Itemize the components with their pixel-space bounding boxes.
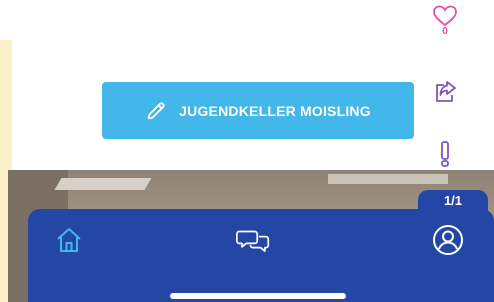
nav-profile-button[interactable] bbox=[431, 223, 465, 257]
share-button[interactable] bbox=[433, 80, 459, 104]
home-indicator[interactable] bbox=[170, 293, 346, 299]
like-count: 0 bbox=[442, 26, 448, 37]
like-button[interactable]: 0 bbox=[432, 4, 458, 37]
home-icon bbox=[57, 228, 81, 252]
chat-icon bbox=[236, 230, 270, 252]
nav-chat-button[interactable] bbox=[236, 223, 270, 257]
nav-home-button[interactable] bbox=[52, 223, 86, 257]
photo-ceiling-light bbox=[54, 178, 152, 190]
share-icon bbox=[436, 81, 456, 102]
location-tag-button[interactable]: JUGENDKELLER MOISLING bbox=[102, 82, 414, 139]
heart-icon bbox=[433, 5, 457, 27]
bottom-navigation-bar bbox=[28, 209, 494, 302]
header-text-fragment: ait bbox=[40, 0, 52, 3]
report-button[interactable] bbox=[438, 140, 452, 168]
pencil-icon bbox=[147, 101, 165, 119]
exclamation-icon bbox=[441, 141, 449, 167]
profile-icon bbox=[433, 225, 463, 255]
photo-ceiling-beam bbox=[328, 174, 448, 184]
location-tag-label: JUGENDKELLER MOISLING bbox=[179, 102, 371, 119]
post-screen: ait JUGENDKELLER MOISLING 0 1/1 bbox=[0, 0, 494, 302]
